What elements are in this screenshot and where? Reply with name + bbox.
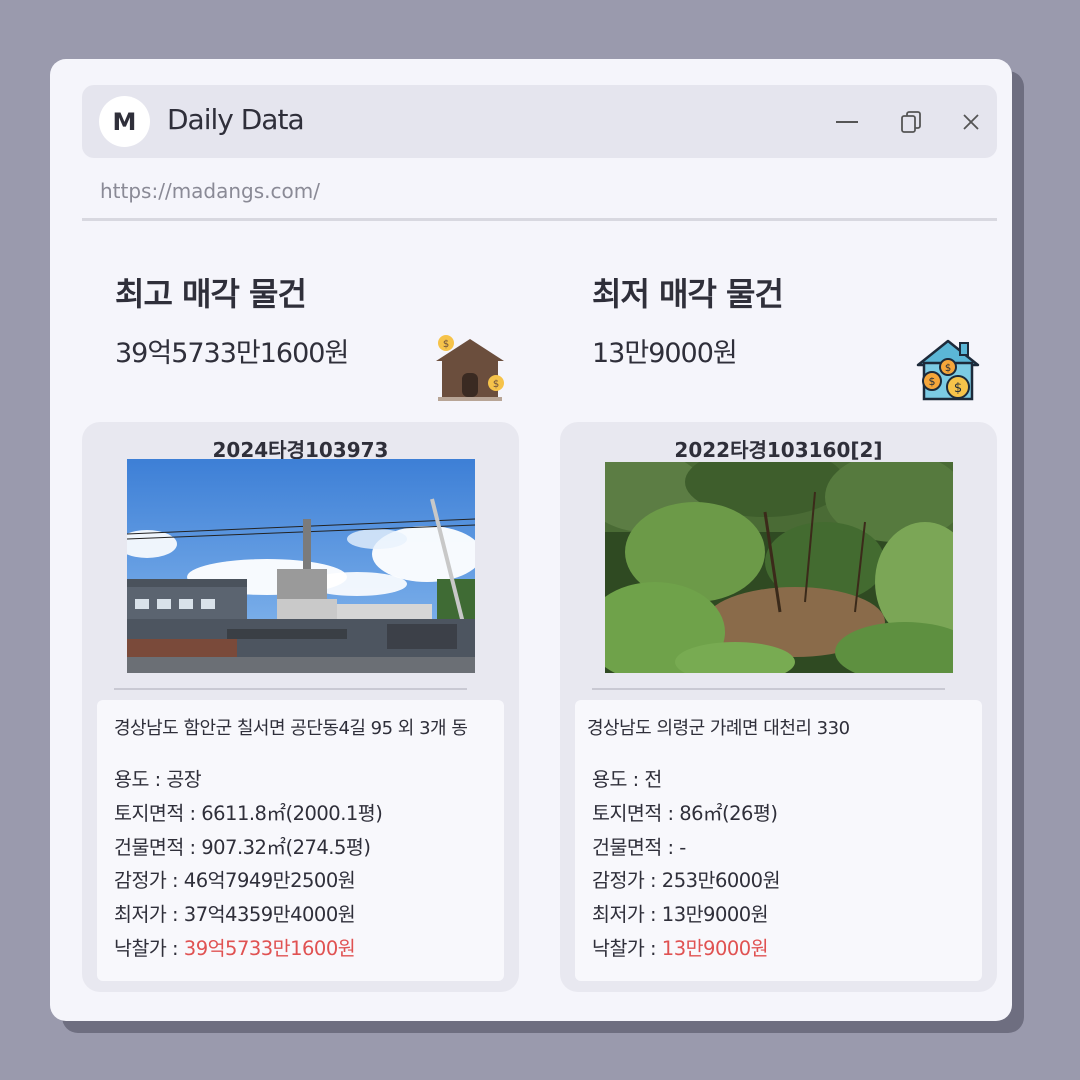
usage-row: 용도 : 전	[592, 763, 780, 797]
lowest-price: 13만9000원	[592, 338, 738, 369]
appraisal-value: 46억7949만2500원	[183, 869, 356, 893]
highest-header: 최고 매각 물건 39억5733만1600원	[115, 269, 475, 370]
usage-value: 공장	[166, 768, 202, 791]
usage-value: 전	[644, 768, 662, 791]
winning-bid-value: 13만9000원	[661, 936, 769, 960]
building-area-row: 건물면적 : -	[592, 831, 780, 865]
minimum-price-row: 최저가 : 13만9000원	[592, 898, 780, 932]
winning-bid-label: 낙찰가 :	[114, 936, 184, 960]
svg-text:$: $	[929, 375, 936, 388]
usage-label: 용도 :	[592, 768, 645, 791]
minimum-price-label: 최저가 :	[114, 903, 184, 927]
browser-window: M Daily Data https://madangs.com/ 최고 매각 …	[50, 59, 1012, 1021]
minimize-icon	[836, 121, 858, 123]
building-area-label: 건물면적 :	[114, 835, 202, 859]
lowest-property-photo	[605, 462, 953, 676]
building-area-row: 건물면적 : 907.32㎡(274.5평)	[114, 831, 382, 865]
appraisal-label: 감정가 :	[592, 869, 662, 893]
building-area-value: 907.32㎡(274.5평)	[201, 835, 371, 859]
appraisal-row: 감정가 : 253만6000원	[592, 864, 781, 898]
highest-price: 39억5733만1600원	[115, 338, 349, 369]
highest-heading: 최고 매각 물건	[115, 275, 307, 313]
appraisal-value: 253만6000원	[661, 869, 781, 893]
land-area-value: 6611.8㎡(2000.1평)	[201, 801, 383, 825]
svg-text:$: $	[945, 363, 951, 374]
house-money-icon: $ $ $	[916, 339, 980, 401]
land-area-row: 토지면적 : 86㎡(26평)	[592, 797, 780, 831]
highest-card[interactable]: 2024타경103973 경상남도 함안군 칠서면 공단동4길 95 외 3개 …	[82, 422, 519, 992]
minimum-price-row: 최저가 : 37억4359만4000원	[114, 898, 382, 932]
appraisal-row: 감정가 : 46억7949만2500원	[114, 864, 382, 898]
close-icon	[963, 114, 979, 130]
lowest-heading: 최저 매각 물건	[592, 275, 784, 313]
minimum-price-label: 최저가 :	[592, 903, 662, 927]
lowest-address: 경상남도 의령군 가례면 대천리 330	[587, 718, 850, 739]
land-area-value: 86㎡(26평)	[679, 801, 778, 825]
url-text[interactable]: https://madangs.com/	[100, 179, 320, 203]
minimize-button[interactable]	[832, 107, 862, 137]
copy-button[interactable]	[896, 107, 926, 137]
app-title: Daily Data	[167, 103, 305, 136]
winning-bid-label: 낙찰가 :	[592, 936, 662, 960]
title-bar: M Daily Data	[82, 85, 997, 158]
highest-info-panel: 경상남도 함안군 칠서면 공단동4길 95 외 3개 동 용도 : 공장 토지면…	[97, 700, 504, 981]
card-divider	[114, 688, 467, 690]
close-button[interactable]	[956, 107, 986, 137]
appraisal-label: 감정가 :	[114, 869, 184, 893]
usage-row: 용도 : 공장	[114, 763, 382, 797]
land-area-label: 토지면적 :	[114, 801, 202, 825]
minimum-price-value: 13만9000원	[661, 903, 769, 927]
winning-bid-value: 39억5733만1600원	[183, 936, 356, 960]
usage-label: 용도 :	[114, 768, 167, 791]
lowest-header: 최저 매각 물건 13만9000원	[592, 269, 952, 370]
highest-property-photo	[127, 459, 475, 673]
house-coins-icon: $ $	[436, 335, 504, 401]
svg-text:$: $	[954, 381, 962, 396]
lowest-case-number: 2022타경103160[2]	[674, 438, 883, 462]
building-area-value: -	[679, 835, 686, 859]
lowest-info-panel: 경상남도 의령군 가례면 대천리 330 용도 : 전 토지면적 : 86㎡(2…	[575, 700, 982, 981]
land-area-row: 토지면적 : 6611.8㎡(2000.1평)	[114, 797, 383, 831]
winning-bid-row: 낙찰가 : 39억5733만1600원	[114, 932, 382, 966]
copy-icon	[901, 111, 921, 133]
building-area-label: 건물면적 :	[592, 835, 680, 859]
app-logo: M	[99, 96, 150, 147]
lowest-card[interactable]: 2022타경103160[2] 경상남도 의령군 가례면 대천리 330 용도 …	[560, 422, 997, 992]
winning-bid-row: 낙찰가 : 13만9000원	[592, 932, 780, 966]
svg-text:$: $	[443, 339, 449, 350]
highest-address: 경상남도 함안군 칠서면 공단동4길 95 외 3개 동	[114, 718, 468, 739]
svg-text:$: $	[493, 379, 499, 390]
minimum-price-value: 37억4359만4000원	[183, 903, 356, 927]
land-area-label: 토지면적 :	[592, 801, 680, 825]
card-divider	[592, 688, 945, 690]
highest-details: 용도 : 공장 토지면적 : 6611.8㎡(2000.1평) 건물면적 : 9…	[114, 763, 383, 966]
lowest-details: 용도 : 전 토지면적 : 86㎡(26평) 건물면적 : - 감정가 : 25…	[592, 763, 781, 966]
url-divider	[82, 218, 997, 221]
